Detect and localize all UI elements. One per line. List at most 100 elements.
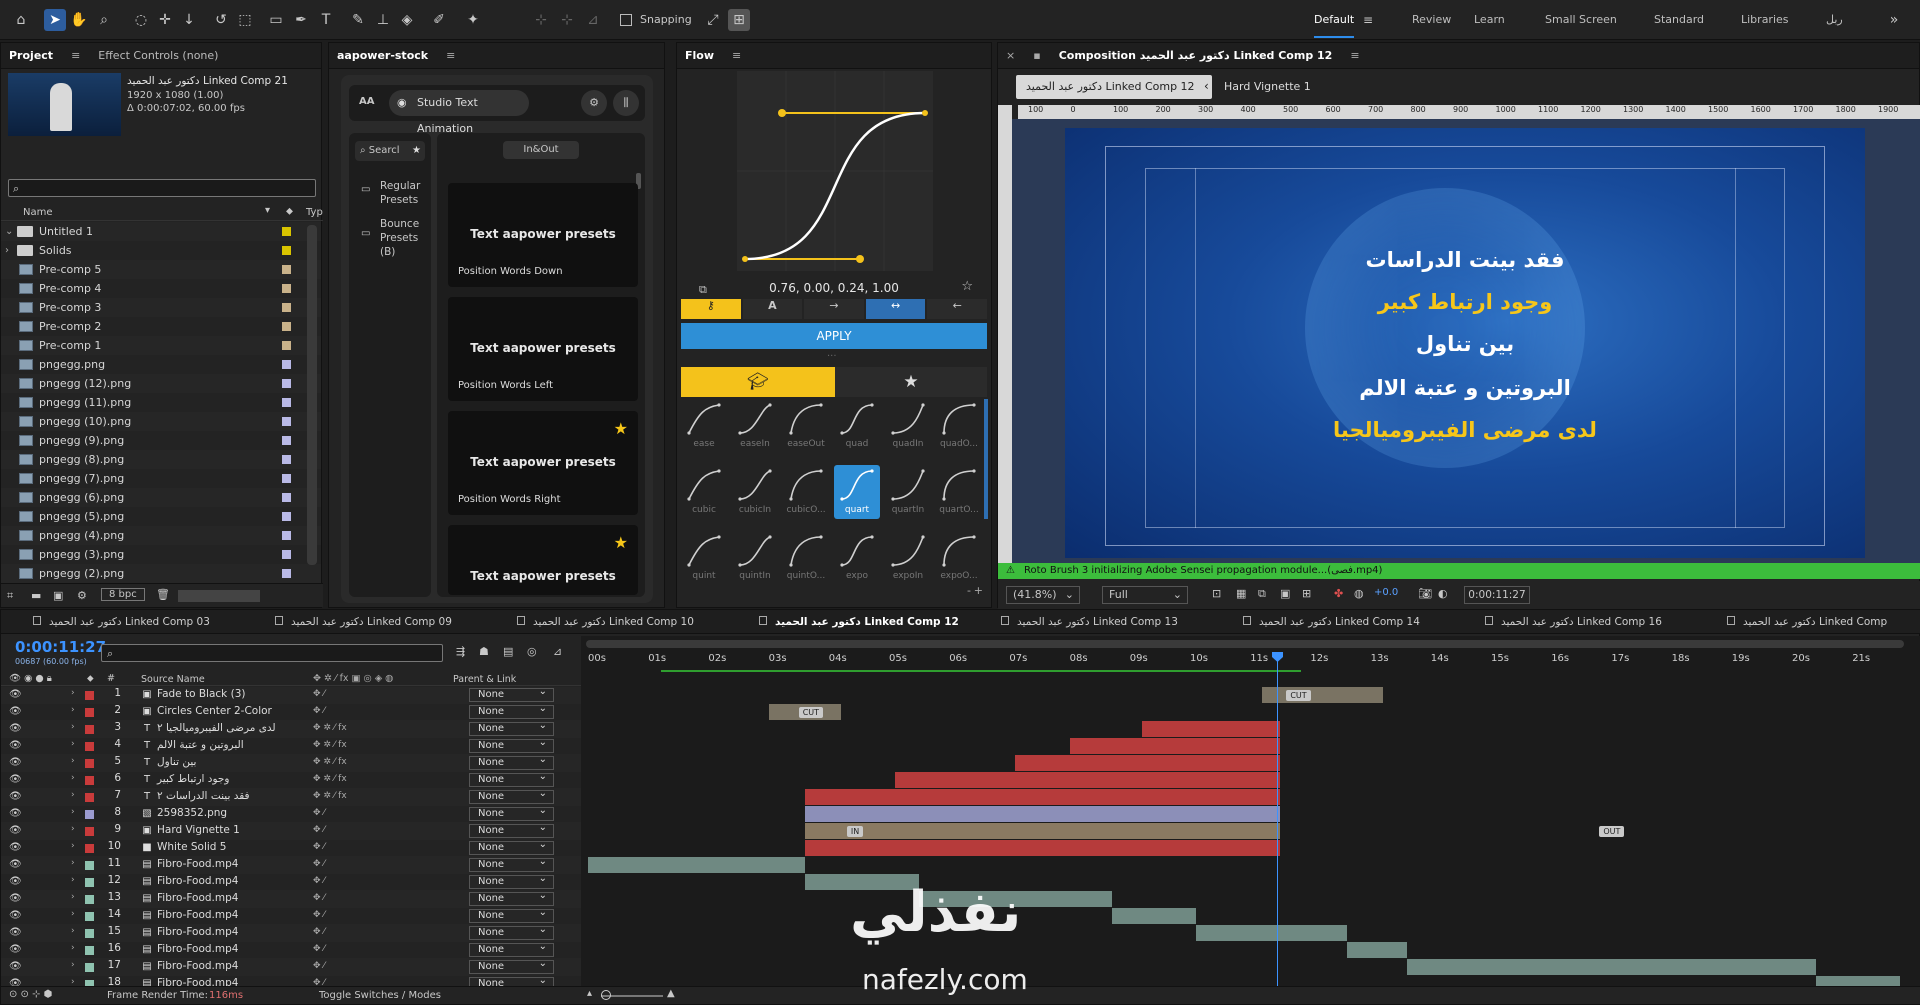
studio-button[interactable]: ◉ Studio Text Animation xyxy=(389,90,529,135)
layer-duration-bar[interactable] xyxy=(1346,942,1407,958)
preset-card-1[interactable]: Text aapower presets Position Words Down xyxy=(448,183,638,287)
label-color-swatch[interactable] xyxy=(282,398,291,407)
label-color-swatch[interactable] xyxy=(282,341,291,350)
layer-name[interactable]: Fibro-Food.mp4 xyxy=(157,909,238,921)
snap-options-icon[interactable]: ⤢ xyxy=(702,9,724,31)
layer-name[interactable]: Fibro-Food.mp4 xyxy=(157,875,238,887)
snapshot-camera-icon[interactable]: 📷︎ xyxy=(1418,587,1432,600)
workspace-learn[interactable]: Learn xyxy=(1474,13,1505,26)
column-parent[interactable]: Parent & Link xyxy=(453,674,516,685)
column-source-name[interactable]: Source Name xyxy=(141,674,205,685)
label-color-swatch[interactable] xyxy=(282,531,291,540)
frame-blending-icon[interactable]: ▤ xyxy=(503,645,513,658)
comp-breadcrumb-vignette[interactable]: Hard Vignette 1 xyxy=(1224,80,1311,93)
layer-row[interactable]: 👁︎ › 8 ▧ 2598352.png ✥ ⁄ None xyxy=(1,805,581,823)
caption-line-2[interactable]: وجود ارتباط كبير xyxy=(1065,290,1865,314)
arrow-left-icon[interactable]: ← xyxy=(927,299,987,319)
favorite-star-icon[interactable]: ★ xyxy=(412,141,421,161)
ease-preset[interactable]: expo xyxy=(834,531,880,585)
layer-duration-bar[interactable] xyxy=(1262,687,1383,703)
layer-name[interactable]: Fade to Black (3) xyxy=(157,688,245,700)
parent-select[interactable]: None xyxy=(469,941,554,957)
layer-row[interactable]: 👁︎ › 17 ▤ Fibro-Food.mp4 ✥ ⁄ None xyxy=(1,958,581,976)
chevron-left-icon[interactable]: ‹ xyxy=(1204,79,1209,93)
type-tool-icon[interactable]: T xyxy=(315,9,337,31)
expand-layer-icon[interactable]: › xyxy=(71,790,75,800)
expand-layer-icon[interactable]: › xyxy=(71,756,75,766)
category-bounce[interactable]: ▭ Bounce Presets (B) xyxy=(361,217,425,259)
layer-switches[interactable]: ✥ ✲ ⁄ fx xyxy=(313,791,347,801)
project-item[interactable]: Pre-comp 1 xyxy=(1,336,321,355)
parent-select[interactable]: None xyxy=(469,822,554,838)
layer-name[interactable]: لدى مرضى الفيبروميالجيا ٢ xyxy=(157,722,276,734)
layer-switches[interactable]: ✥ ⁄ xyxy=(313,961,325,971)
ease-scrollbar[interactable] xyxy=(984,399,988,519)
layer-duration-bar[interactable] xyxy=(804,840,1281,856)
pen-tool-icon[interactable]: ✒ xyxy=(290,9,312,31)
timeline-search-input[interactable]: ⌕ xyxy=(101,644,443,662)
layer-name[interactable]: بين تناول xyxy=(157,756,196,768)
color-management-icon[interactable]: ◍ xyxy=(1354,587,1364,600)
interpret-footage-icon[interactable]: ⌗ xyxy=(7,589,13,603)
bezier-curve-editor[interactable] xyxy=(737,71,933,271)
trash-icon[interactable]: 🗑 xyxy=(156,588,170,601)
channel-icon[interactable]: ✤ xyxy=(1334,587,1343,600)
zoom-slider-handle[interactable] xyxy=(601,990,611,1000)
aa-label[interactable]: AA xyxy=(359,96,374,107)
label-color-swatch[interactable] xyxy=(282,265,291,274)
visibility-eye-icon[interactable]: 👁︎ xyxy=(9,740,22,751)
tab-flow[interactable]: Flow xyxy=(685,49,714,62)
ease-preset[interactable]: quint xyxy=(681,531,727,585)
project-item[interactable]: pngegg (4).png xyxy=(1,526,321,545)
layer-row[interactable]: 👁︎ › 3 T لدى مرضى الفيبروميالجيا ٢ ✥ ✲ ⁄ fx No… xyxy=(1,720,581,738)
key-mode-icon[interactable]: ⚷ xyxy=(681,299,741,319)
add-ease-icon[interactable]: + xyxy=(974,584,983,597)
clone-stamp-icon[interactable]: ⊥ xyxy=(372,9,394,31)
visibility-eye-icon[interactable]: 👁︎ xyxy=(9,808,22,819)
graduation-cap-icon[interactable]: 🎓︎ xyxy=(681,367,835,397)
label-color-swatch[interactable] xyxy=(282,322,291,331)
hand-tool-icon[interactable]: ✋ xyxy=(68,9,90,31)
ease-preset[interactable]: easeIn xyxy=(732,399,778,453)
parent-select[interactable]: None xyxy=(469,924,554,940)
snapping-checkbox[interactable] xyxy=(620,14,632,26)
visibility-eye-icon[interactable]: 👁︎ xyxy=(9,859,22,870)
lock-icon[interactable]: ▪ xyxy=(1033,49,1040,62)
label-color-swatch[interactable] xyxy=(282,550,291,559)
layer-label-swatch[interactable] xyxy=(85,946,94,955)
layer-switches[interactable]: ✥ ⁄ xyxy=(313,893,325,903)
arrow-right-icon[interactable]: → xyxy=(804,299,864,319)
layer-row[interactable]: 👁︎ › 10 ■ White Solid 5 ✥ ⁄ None xyxy=(1,839,581,857)
ease-preset[interactable]: quadIn xyxy=(885,399,931,453)
label-color-swatch[interactable] xyxy=(282,227,291,236)
thumbnail-slider[interactable] xyxy=(178,590,260,602)
layer-switches[interactable]: ✥ ✲ ⁄ fx xyxy=(313,757,347,767)
layer-name[interactable]: Fibro-Food.mp4 xyxy=(157,858,238,870)
parent-select[interactable]: None xyxy=(469,754,554,770)
layer-duration-bar[interactable] xyxy=(895,772,1281,788)
layer-switches[interactable]: ✥ ⁄ xyxy=(313,808,325,818)
expand-layer-icon[interactable]: › xyxy=(71,807,75,817)
layer-row[interactable]: 👁︎ › 6 T وجود ارتباط كبير ✥ ✲ ⁄ fx None xyxy=(1,771,581,789)
layer-label-swatch[interactable] xyxy=(85,844,94,853)
parent-select[interactable]: None xyxy=(469,737,554,753)
project-item[interactable]: › Solids xyxy=(1,241,321,260)
label-color-swatch[interactable] xyxy=(282,436,291,445)
tab-composition[interactable]: Composition دكتور عبد الحميد Linked Comp… xyxy=(1059,49,1333,62)
dolly-camera-icon[interactable]: ↓ xyxy=(178,9,200,31)
layer-label-swatch[interactable] xyxy=(85,759,94,768)
playhead-line[interactable] xyxy=(1277,655,1278,991)
workspace-arabic[interactable]: ربل xyxy=(1826,13,1843,26)
parent-select[interactable]: None xyxy=(469,687,554,702)
layer-marker-in[interactable]: IN xyxy=(846,826,864,837)
project-item[interactable]: pngegg (5).png xyxy=(1,507,321,526)
parent-select[interactable]: None xyxy=(469,890,554,906)
settings-gear-icon[interactable]: ⚙ xyxy=(581,90,607,116)
expand-layer-icon[interactable]: › xyxy=(71,943,75,953)
layer-label-swatch[interactable] xyxy=(85,691,94,700)
transparency-grid-icon[interactable]: ▦ xyxy=(1236,587,1246,600)
layer-row[interactable]: 👁︎ › 4 T البروتين و عتبة الالم ✥ ✲ ⁄ fx None xyxy=(1,737,581,755)
layer-name[interactable]: Fibro-Food.mp4 xyxy=(157,960,238,972)
project-item[interactable]: pngegg (9).png xyxy=(1,431,321,450)
label-color-swatch[interactable] xyxy=(282,455,291,464)
